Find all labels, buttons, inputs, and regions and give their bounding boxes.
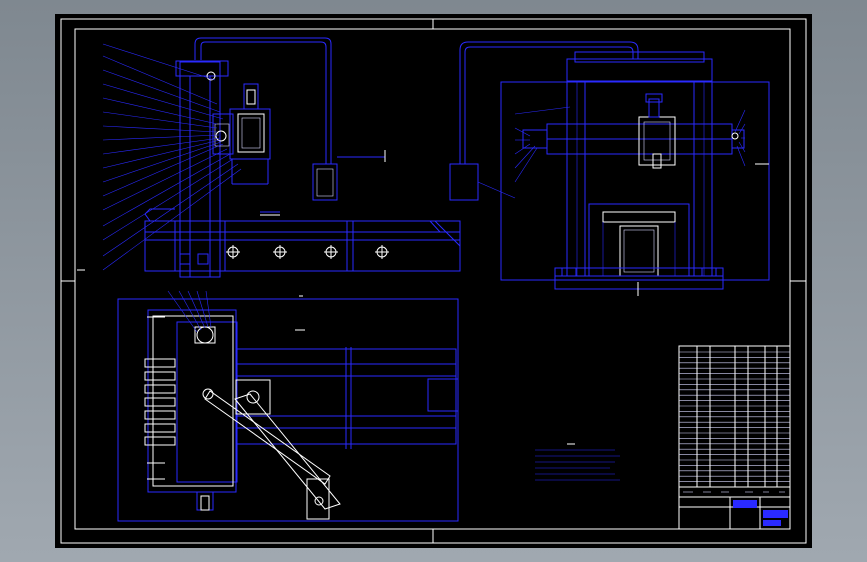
title-block-highlight (733, 500, 757, 508)
slot-grid (144, 358, 176, 446)
side-view (449, 41, 770, 296)
top-view (117, 290, 459, 522)
front-view (77, 37, 461, 278)
cad-viewport[interactable] (0, 0, 867, 562)
technical-notes (535, 443, 620, 481)
drawing-canvas (60, 18, 807, 544)
cross-circle-icon (226, 245, 389, 259)
drawing-sheet[interactable] (55, 14, 812, 548)
bill-of-materials (678, 345, 791, 530)
motor-icon (246, 89, 256, 105)
